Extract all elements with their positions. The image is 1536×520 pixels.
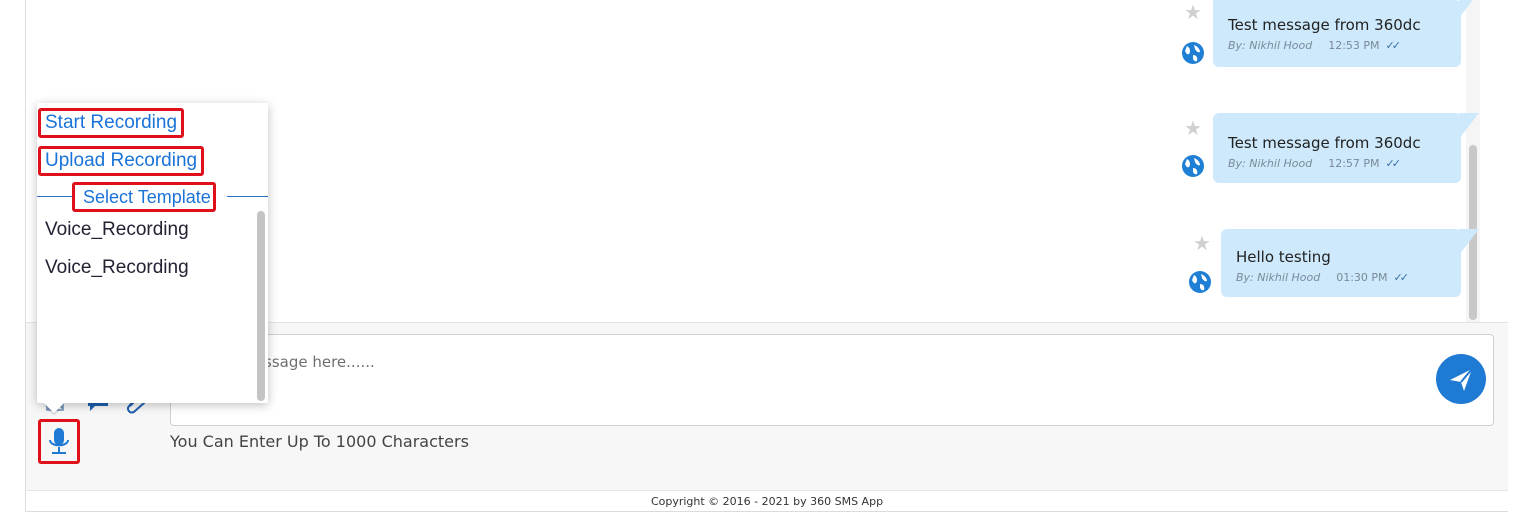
message-text: Hello testing <box>1236 248 1331 266</box>
template-list-scrollbar[interactable] <box>257 211 265 401</box>
double-check-icon: ✓✓ <box>1393 271 1410 284</box>
message-author: By: Nikhil Hood <box>1228 157 1313 170</box>
section-divider <box>227 196 268 197</box>
message-author: By: Nikhil Hood <box>1236 271 1321 284</box>
globe-icon <box>1182 155 1204 177</box>
select-template-heading: Select Template <box>72 182 216 212</box>
upload-recording-link[interactable]: Upload Recording <box>38 146 205 176</box>
bottom-border <box>25 511 1508 512</box>
template-item[interactable]: Voice_Recording <box>45 219 189 241</box>
message-input[interactable]: Type a message here...... <box>170 334 1494 426</box>
message-author: By: Nikhil Hood <box>1228 39 1313 52</box>
character-limit-hint: You Can Enter Up To 1000 Characters <box>170 432 469 451</box>
message-bubble[interactable]: Hello testing By: Nikhil Hood 01:30 PM ✓✓ <box>1221 229 1479 297</box>
microphone-button[interactable] <box>38 419 80 464</box>
message-text: Test message from 360dc <box>1228 134 1421 152</box>
send-icon <box>1450 368 1473 391</box>
message-bubble[interactable]: Test message from 360dc By: Nikhil Hood 1… <box>1213 113 1479 183</box>
double-check-icon: ✓✓ <box>1385 39 1402 52</box>
message-time: 01:30 PM <box>1336 271 1388 284</box>
message-meta: By: Nikhil Hood 12:53 PM ✓✓ <box>1228 39 1461 52</box>
message-meta: By: Nikhil Hood 01:30 PM ✓✓ <box>1236 271 1461 284</box>
popup-pointer <box>44 403 64 413</box>
message-text: Test message from 360dc <box>1228 16 1421 34</box>
star-icon[interactable]: ★ <box>1184 119 1202 139</box>
template-item[interactable]: Voice_Recording <box>45 257 189 279</box>
start-recording-link[interactable]: Start Recording <box>38 108 185 138</box>
copyright-text: Copyright © 2016 - 2021 by 360 SMS App <box>650 495 884 508</box>
microphone-icon <box>49 428 69 454</box>
globe-icon <box>1189 271 1211 293</box>
recording-menu: Start Recording Upload Recording Select … <box>37 103 268 403</box>
section-divider <box>37 196 72 197</box>
double-check-icon: ✓✓ <box>1385 157 1402 170</box>
message-bubble[interactable]: Test message from 360dc By: Nikhil Hood 1… <box>1213 0 1479 67</box>
star-icon[interactable]: ★ <box>1193 234 1211 254</box>
star-icon[interactable]: ★ <box>1184 3 1202 23</box>
footer: Copyright © 2016 - 2021 by 360 SMS App <box>26 490 1508 513</box>
message-time: 12:57 PM <box>1328 157 1380 170</box>
message-meta: By: Nikhil Hood 12:57 PM ✓✓ <box>1228 157 1461 170</box>
globe-icon <box>1182 42 1204 64</box>
send-button[interactable] <box>1436 354 1486 404</box>
message-time: 12:53 PM <box>1328 39 1380 52</box>
conversation-scrollbar[interactable] <box>1466 0 1480 322</box>
